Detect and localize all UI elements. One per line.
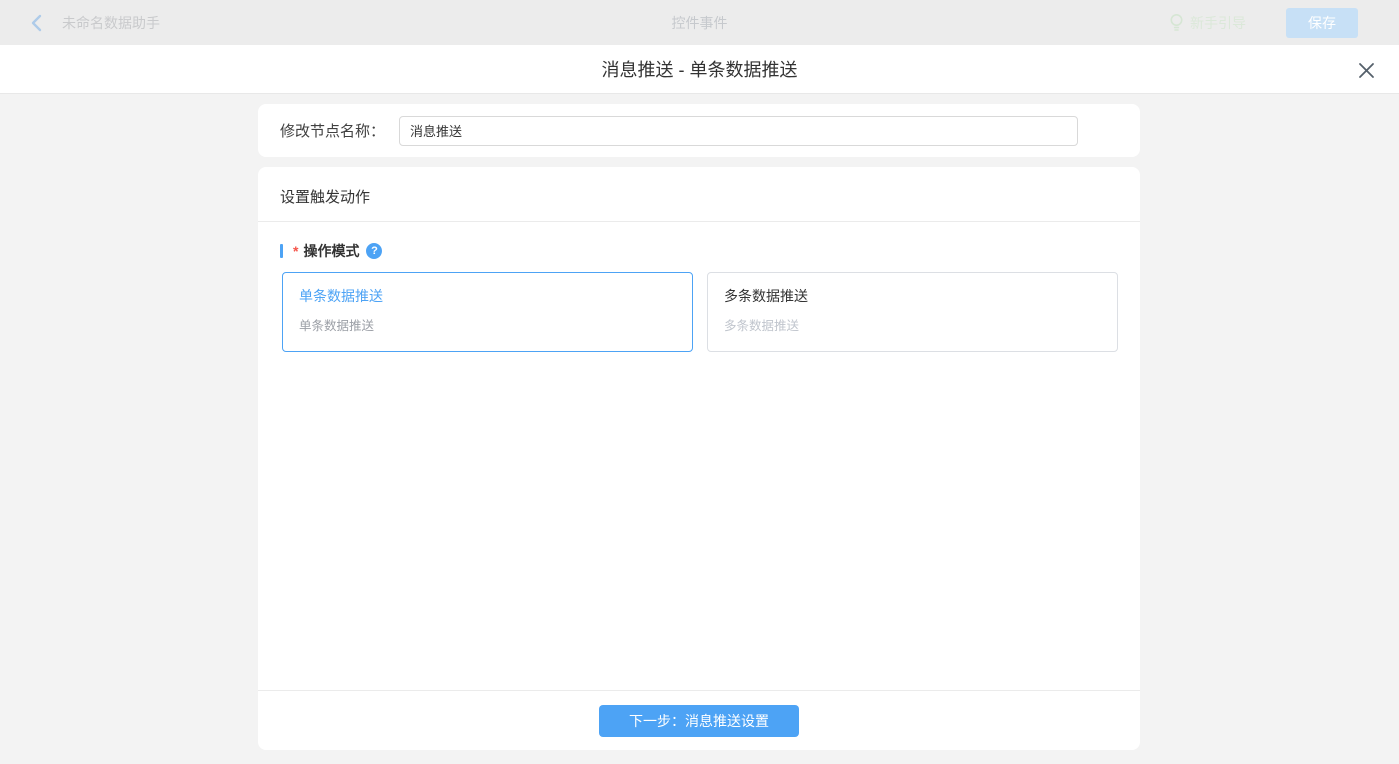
next-step-button[interactable]: 下一步：消息推送设置 xyxy=(599,705,799,737)
section-title: 设置触发动作 xyxy=(258,167,1140,222)
option-desc: 多条数据推送 xyxy=(724,315,1101,334)
operation-mode-field: * 操作模式 xyxy=(258,241,1140,261)
option-title: 多条数据推送 xyxy=(724,286,1101,306)
operation-mode-label: 操作模式 xyxy=(303,241,359,261)
modal-title: 消息推送 - 单条数据推送 xyxy=(602,56,798,82)
trigger-action-card: 设置触发动作 * 操作模式 单条数据推送 单条数据推送 多条数据推送 多条数据推… xyxy=(258,167,1140,750)
option-title: 单条数据推送 xyxy=(299,286,676,306)
modal-header: 消息推送 - 单条数据推送 xyxy=(0,45,1399,94)
beginner-guide-button[interactable]: 新手引导 xyxy=(1169,13,1246,33)
node-name-label: 修改节点名称： xyxy=(280,120,385,141)
top-app-bar: 未命名数据助手 控件事件 新手引导 保存 xyxy=(0,0,1399,45)
node-name-card: 修改节点名称： xyxy=(258,104,1140,157)
option-multi-push[interactable]: 多条数据推送 多条数据推送 xyxy=(707,272,1118,352)
operation-mode-options: 单条数据推送 单条数据推送 多条数据推送 多条数据推送 xyxy=(258,272,1140,352)
beginner-guide-label: 新手引导 xyxy=(1190,13,1246,33)
save-button[interactable]: 保存 xyxy=(1286,8,1358,38)
option-single-push[interactable]: 单条数据推送 单条数据推送 xyxy=(282,272,693,352)
app-title: 未命名数据助手 xyxy=(62,13,160,33)
required-mark: * xyxy=(293,243,298,259)
topbar-right: 新手引导 保存 xyxy=(1169,8,1399,38)
close-button[interactable] xyxy=(1353,57,1379,83)
node-name-input[interactable] xyxy=(399,116,1078,146)
chevron-left-icon xyxy=(30,14,44,32)
lightbulb-icon xyxy=(1169,13,1184,33)
option-desc: 单条数据推送 xyxy=(299,315,676,334)
accent-bar xyxy=(280,244,283,258)
question-circle-icon[interactable] xyxy=(366,243,382,259)
modal-body: 修改节点名称： 设置触发动作 * 操作模式 单条数据推送 单条数据推送 多条数据… xyxy=(0,95,1399,764)
close-icon xyxy=(1358,62,1375,79)
topbar-left: 未命名数据助手 xyxy=(0,12,160,34)
card-footer: 下一步：消息推送设置 xyxy=(258,690,1140,750)
back-button[interactable] xyxy=(26,12,48,34)
